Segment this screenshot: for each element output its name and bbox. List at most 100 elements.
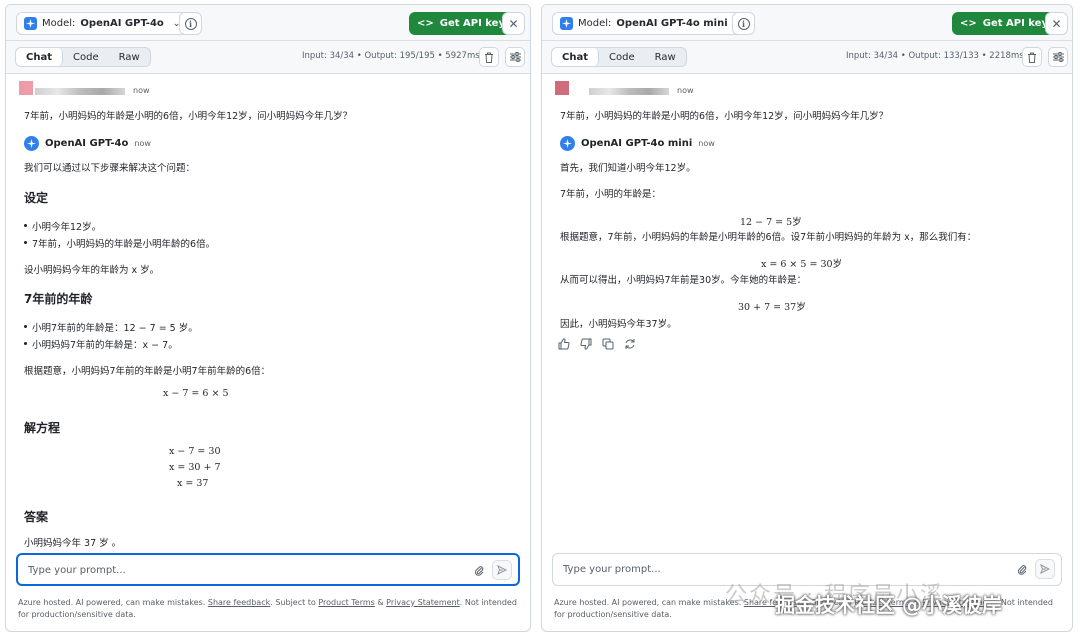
prompt-input[interactable] [563, 562, 943, 577]
send-button[interactable] [1035, 559, 1055, 579]
top-bar: Model: OpenAI GPT-4o mini ⌄ i <> Get API… [542, 5, 1072, 41]
close-icon: ✕ [1051, 16, 1062, 31]
answer-intro: 我们可以通过以下步骤来解决这个问题： [24, 163, 196, 174]
answer-line: 从而可以得出，小明妈妈7年前是30岁。今年她的年龄是： [560, 275, 807, 286]
close-button[interactable]: ✕ [502, 12, 525, 35]
user-name-blurred [35, 88, 125, 95]
list-item: 小明今年12岁。 [23, 219, 101, 233]
tab-chat[interactable]: Chat [552, 48, 599, 66]
equation: x − 7 = 6 × 5 [163, 388, 229, 399]
disclaimer-footer: Azure hosted. AI powered, can make mista… [18, 597, 518, 621]
left-chat-pane: Model: OpenAI GPT-4o ⌄ i <> Get API key … [5, 4, 531, 632]
message-actions [558, 338, 636, 350]
equation-line: x = 30 + 7 [169, 462, 221, 473]
answer-line: 因此，小明妈妈今年37岁。 [560, 319, 677, 330]
answer-line: 首先，我们知道小明今年12岁。 [560, 163, 696, 174]
prompt-box [16, 553, 520, 586]
get-api-key-label: Get API key [982, 18, 1048, 29]
footer-text: Azure hosted. AI powered, can make mista… [554, 598, 744, 607]
token-stats: Input: 34/34 • Output: 133/133 • 2218ms [846, 51, 1024, 61]
list-item: 小明妈妈7年前的年龄是：x − 7。 [24, 337, 178, 351]
avatar [555, 81, 569, 95]
trash-icon [1028, 52, 1036, 63]
model-info-button[interactable]: i [179, 12, 202, 35]
thumbs-up-icon[interactable] [558, 338, 570, 350]
regenerate-icon[interactable] [624, 338, 636, 350]
bot-name: OpenAI GPT-4o [45, 138, 129, 149]
equation-line: x = 37 [177, 478, 209, 489]
footer-text: . Subject to [270, 598, 319, 607]
tab-code[interactable]: Code [63, 48, 109, 66]
list-item: 7年前，小明妈妈的年龄是小明年龄的6倍。 [23, 236, 215, 250]
heading-age: 7年前的年龄 [24, 292, 93, 306]
sparkle-icon [24, 17, 37, 30]
get-api-key-button[interactable]: <> Get API key [409, 12, 513, 35]
view-tabs: Chat Code Raw [15, 47, 151, 67]
close-button[interactable]: ✕ [1045, 12, 1068, 35]
equation: x = 6 × 5 = 30岁 [761, 259, 843, 270]
get-api-key-label: Get API key [439, 18, 505, 29]
sliders-icon [509, 52, 521, 62]
send-icon [1040, 564, 1050, 574]
tab-raw[interactable]: Raw [645, 48, 686, 66]
model-name: OpenAI GPT-4o mini [616, 18, 728, 29]
settings-button[interactable] [1048, 47, 1068, 67]
user-message: 7年前，小明妈妈的年龄是小明的6倍，小明今年12岁，问小明妈妈今年几岁？ [24, 111, 353, 122]
send-icon [497, 565, 507, 575]
prompt-input[interactable] [28, 563, 408, 578]
let-statement: 设小明妈妈今年的年龄为 x 岁。 [24, 265, 160, 276]
tab-code[interactable]: Code [599, 48, 645, 66]
token-stats: Input: 34/34 • Output: 195/195 • 5927ms [302, 51, 480, 61]
tab-raw[interactable]: Raw [109, 48, 150, 66]
model-label: Model: [42, 18, 76, 29]
tab-chat[interactable]: Chat [16, 48, 63, 66]
info-icon: i [737, 17, 750, 30]
equation-line: x − 7 = 30 [169, 446, 221, 457]
thumbs-down-icon[interactable] [580, 338, 592, 350]
heading-answer: 答案 [24, 510, 49, 524]
watermark-juejin: 掘金技术社区 @小溪彼岸 [775, 593, 1002, 617]
model-name: OpenAI GPT-4o [80, 18, 164, 29]
delete-button[interactable] [479, 47, 499, 67]
equation: 12 − 7 = 5岁 [740, 217, 802, 228]
user-timestamp: now [133, 86, 150, 95]
view-tabs: Chat Code Raw [551, 47, 687, 67]
model-label: Model: [578, 18, 612, 29]
copy-icon[interactable] [602, 338, 614, 350]
settings-button[interactable] [505, 47, 525, 67]
bot-timestamp: now [134, 139, 151, 148]
model-selector[interactable]: Model: OpenAI GPT-4o ⌄ [16, 12, 189, 35]
openai-sparkle-icon [560, 136, 575, 151]
answer-line: 根据题意，7年前，小明妈妈的年龄是小明年龄的6倍。设7年前小明妈妈的年龄为 x，… [560, 232, 977, 243]
sub-bar: Chat Code Raw Input: 34/34 • Output: 195… [6, 41, 530, 74]
share-feedback-link[interactable]: Share feedback [208, 598, 270, 607]
answer-line: 7年前，小明的年龄是： [560, 189, 662, 200]
footer-text: Azure hosted. AI powered, can make mista… [18, 598, 208, 607]
heading-setting: 设定 [24, 191, 49, 205]
send-button[interactable] [492, 560, 512, 580]
user-header: now [19, 81, 150, 95]
openai-sparkle-icon [24, 136, 39, 151]
close-icon: ✕ [508, 16, 519, 31]
bot-header: OpenAI GPT-4o mini now [560, 136, 715, 151]
model-selector[interactable]: Model: OpenAI GPT-4o mini ⌄ [552, 12, 753, 35]
sparkle-icon [560, 17, 573, 30]
equation: 30 + 7 = 37岁 [738, 302, 806, 313]
trash-icon [485, 52, 493, 63]
heading-solve: 解方程 [24, 421, 61, 435]
code-icon: <> [417, 18, 434, 29]
product-terms-link[interactable]: Product Terms [318, 598, 374, 607]
bot-name: OpenAI GPT-4o mini [581, 138, 693, 149]
delete-button[interactable] [1022, 47, 1042, 67]
top-bar: Model: OpenAI GPT-4o ⌄ i <> Get API key … [6, 5, 530, 41]
paperclip-icon[interactable] [1017, 563, 1027, 578]
avatar [19, 81, 33, 95]
paperclip-icon[interactable] [474, 564, 484, 579]
user-message: 7年前，小明妈妈的年龄是小明的6倍，小明今年12岁，问小明妈妈今年几岁？ [560, 111, 889, 122]
sub-bar: Chat Code Raw Input: 34/34 • Output: 133… [542, 41, 1072, 74]
info-icon: i [184, 17, 197, 30]
final-answer: 小明妈妈今年 37 岁 。 [24, 538, 122, 549]
model-info-button[interactable]: i [732, 12, 755, 35]
get-api-key-button[interactable]: <> Get API key [952, 12, 1056, 35]
privacy-statement-link[interactable]: Privacy Statement [386, 598, 460, 607]
